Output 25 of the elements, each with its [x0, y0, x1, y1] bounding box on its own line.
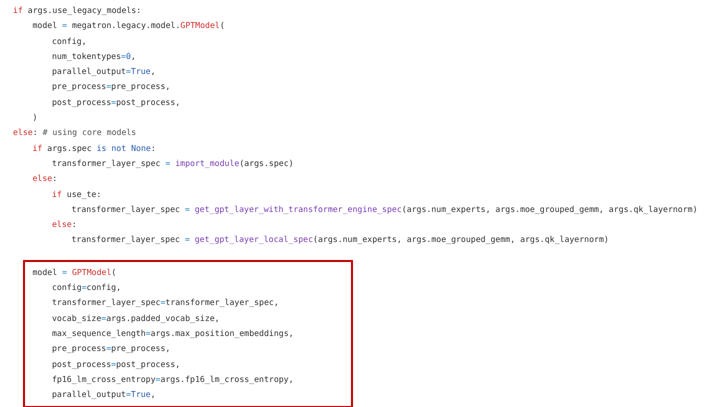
- code-line: pre_process=pre_process,: [52, 80, 170, 94]
- code-line: parallel_output=True,: [52, 65, 156, 78]
- code-line: if use_te:: [52, 188, 102, 201]
- code-line: if args.use_legacy_models:: [13, 4, 142, 17]
- code-line: else:: [32, 172, 58, 186]
- code-line: transformer_layer_spec = get_gpt_layer_with_transformer_engine_spec(args.num_experts, args.moe_grouped_gemm, args.qk_layernorm): [72, 202, 698, 216]
- code-line: num_tokentypes=0,: [52, 50, 136, 63]
- code-line: config,: [52, 34, 87, 48]
- code-line: pre_process=pre_process,: [52, 342, 170, 356]
- code-line: else:: [52, 218, 77, 232]
- code-line: transformer_layer_spec = get_gpt_layer_local_spec(args.num_experts, args.moe_grouped_gemm, args.qk_layernorm): [72, 233, 609, 246]
- code-line: else: # using core models: [13, 126, 136, 140]
- code-line: parallel_output=True,: [52, 388, 156, 402]
- code-line: config=config,: [52, 281, 122, 294]
- code-line: fp16_lm_cross_entropy=args.fp16_lm_cross_entropy,: [52, 372, 294, 386]
- code-line: transformer_layer_spec=transformer_layer_spec,: [52, 296, 279, 310]
- code-line: model = megatron.legacy.model.GPTModel(: [32, 19, 225, 32]
- code-line: vocab_size=args.padded_vocab_size,: [52, 312, 220, 325]
- code-line: post_process=post_process,: [52, 358, 180, 371]
- code-line: max_sequence_length=args.max_position_embeddings,: [52, 326, 294, 340]
- code-line: if args.spec is not None:: [32, 142, 156, 155]
- code-line: post_process=post_process,: [52, 96, 180, 109]
- code-line: ): [32, 111, 38, 124]
- code-line: model = GPTModel(: [32, 266, 116, 279]
- code-line: transformer_layer_spec = import_module(args.spec): [52, 156, 294, 170]
